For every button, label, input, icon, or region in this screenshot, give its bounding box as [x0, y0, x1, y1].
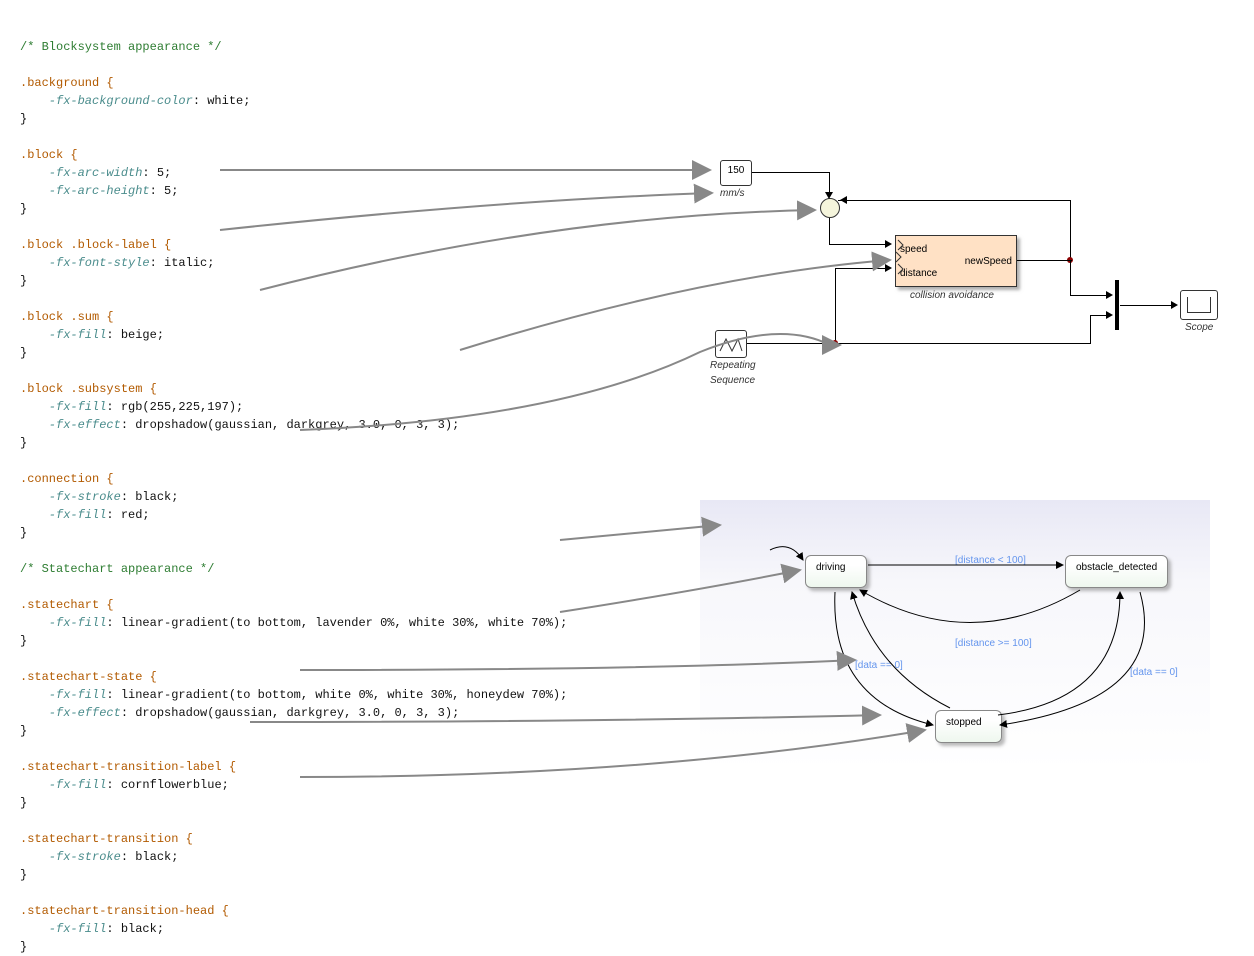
brace: } [20, 868, 27, 882]
repseq-label: RepeatingSequence [710, 358, 756, 388]
scope-block [1180, 290, 1218, 320]
sel-block: .block { [20, 148, 78, 162]
conn [835, 343, 1090, 344]
val: : 5; [142, 166, 171, 180]
conn [835, 268, 889, 269]
brace: } [20, 526, 27, 540]
prop: -fx-font-style [20, 256, 150, 270]
prop: -fx-fill [20, 400, 106, 414]
prop: -fx-effect [20, 418, 121, 432]
mux-block [1115, 280, 1119, 330]
val: : linear-gradient(to bottom, white 0%, w… [106, 688, 567, 702]
brace: } [20, 346, 27, 360]
val: : red; [106, 508, 149, 522]
sum-block [820, 198, 840, 218]
prop: -fx-arc-height [20, 184, 150, 198]
prop: -fx-effect [20, 706, 121, 720]
conn [1070, 295, 1110, 296]
prop: -fx-fill [20, 616, 106, 630]
constant-label: mm/s [720, 186, 744, 201]
arrowhead-icon [840, 196, 847, 204]
sel-sc-transition: .statechart-transition { [20, 832, 193, 846]
sel-block-sum: .block .sum { [20, 310, 114, 324]
css-code: /* Blocksystem appearance */ .background… [20, 20, 567, 956]
subsystem-label: collision avoidance [910, 288, 994, 303]
comment: /* Blocksystem appearance */ [20, 40, 222, 54]
conn [838, 200, 1070, 201]
conn [1017, 260, 1072, 261]
sel-sc-transition-head: .statechart-transition-head { [20, 904, 229, 918]
repeating-sequence-block [715, 330, 747, 358]
arrowhead-icon [885, 240, 892, 248]
subsystem-out: newSpeed [965, 254, 1012, 269]
val: : linear-gradient(to bottom, lavender 0%… [106, 616, 567, 630]
conn [1070, 200, 1071, 260]
val: : dropshadow(gaussian, darkgrey, 3.0, 0,… [121, 706, 459, 720]
conn [835, 268, 836, 344]
arrowhead-icon [1171, 301, 1178, 309]
subsystem-in1: speed [900, 242, 927, 257]
sel-block-subsystem: .block .subsystem { [20, 382, 157, 396]
brace: } [20, 724, 27, 738]
val: : rgb(255,225,197); [106, 400, 243, 414]
brace: } [20, 634, 27, 648]
prop: -fx-stroke [20, 850, 121, 864]
prop: -fx-fill [20, 328, 106, 342]
val: : black; [106, 922, 164, 936]
conn [1070, 260, 1071, 295]
prop: -fx-stroke [20, 490, 121, 504]
conn [752, 172, 830, 173]
conn [829, 218, 830, 244]
prop: -fx-fill [20, 688, 106, 702]
prop: -fx-fill [20, 922, 106, 936]
arrowhead-icon [1106, 311, 1113, 319]
val: : black; [121, 850, 179, 864]
brace: } [20, 940, 27, 954]
brace: } [20, 274, 27, 288]
brace: } [20, 436, 27, 450]
val: : white; [193, 94, 251, 108]
subsystem-block: speed distance newSpeed [895, 235, 1017, 287]
sel-block-label: .block .block-label { [20, 238, 171, 252]
val: : beige; [106, 328, 164, 342]
sel-background: .background { [20, 76, 114, 90]
sel-statechart-state: .statechart-state { [20, 670, 157, 684]
statechart-transitions [700, 500, 1210, 770]
constant-block: 150 [720, 160, 752, 186]
val: : 5; [150, 184, 179, 198]
brace: } [20, 202, 27, 216]
sel-connection: .connection { [20, 472, 114, 486]
statechart-diagram: driving obstacle_detected stopped [dista… [700, 500, 1210, 770]
val: : black; [121, 490, 179, 504]
scope-label: Scope [1185, 320, 1213, 335]
prop: -fx-fill [20, 778, 106, 792]
blocksystem-diagram: 150 mm/s RepeatingSequence speed distanc… [700, 150, 1220, 400]
arrowhead-icon [825, 192, 833, 199]
val: : italic; [150, 256, 215, 270]
sel-sc-transition-label: .statechart-transition-label { [20, 760, 236, 774]
conn [1120, 305, 1175, 306]
prop: -fx-background-color [20, 94, 193, 108]
prop: -fx-fill [20, 508, 106, 522]
brace: } [20, 112, 27, 126]
subsystem-in2: distance [900, 266, 937, 281]
conn [829, 244, 889, 245]
val: : dropshadow(gaussian, darkgrey, 3.0, 0,… [121, 418, 459, 432]
prop: -fx-arc-width [20, 166, 142, 180]
arrowhead-icon [1106, 291, 1113, 299]
conn [747, 343, 835, 344]
comment: /* Statechart appearance */ [20, 562, 214, 576]
arrowhead-icon [885, 264, 892, 272]
sel-statechart: .statechart { [20, 598, 114, 612]
val: : cornflowerblue; [106, 778, 228, 792]
conn [1090, 315, 1091, 344]
brace: } [20, 796, 27, 810]
